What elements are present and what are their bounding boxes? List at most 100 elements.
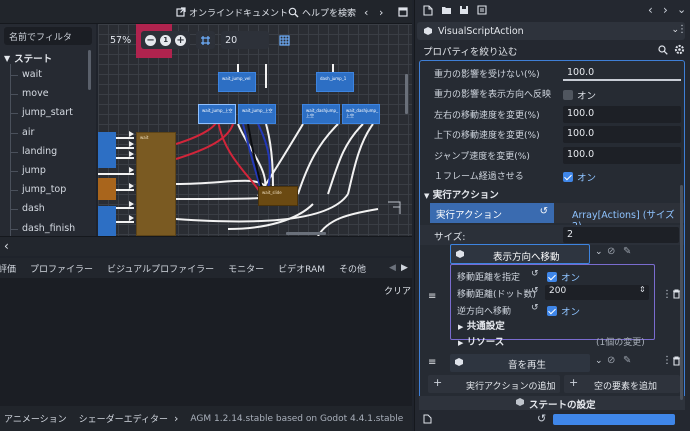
- save-icon[interactable]: [459, 5, 469, 15]
- action-element-2-selector[interactable]: 音を再生: [450, 354, 590, 372]
- common-settings-group[interactable]: ▶ 共通設定: [458, 318, 505, 332]
- help-search-button[interactable]: ヘルプを検索: [288, 4, 356, 20]
- open-folder-icon[interactable]: [441, 5, 452, 15]
- state-list-item[interactable]: move: [22, 88, 49, 99]
- state-list-item[interactable]: dash: [22, 203, 45, 214]
- actions-section-header[interactable]: ▼ 実行アクション: [424, 187, 499, 201]
- script-icon[interactable]: ✎: [623, 246, 631, 257]
- state-list-item[interactable]: landing: [22, 146, 57, 157]
- state-list-scrollbar[interactable]: [88, 50, 91, 90]
- state-list-item[interactable]: wait: [22, 69, 42, 80]
- sub-property-checkbox[interactable]: オン: [547, 270, 580, 284]
- chevron-down-icon[interactable]: ⌄: [595, 247, 603, 257]
- revert-icon[interactable]: ↺: [531, 269, 539, 279]
- shader-editor-tab[interactable]: シェーダーエディター: [79, 412, 168, 425]
- property-checkbox[interactable]: オン: [563, 88, 596, 102]
- bottom-tab[interactable]: ビジュアルプロファイラー: [100, 262, 221, 275]
- state-node-wait[interactable]: wait: [136, 132, 176, 236]
- collapse-left-icon[interactable]: ‹: [4, 239, 9, 253]
- sub-property-row: 逆方向へ移動 ↺ オン: [451, 301, 654, 319]
- state-tree-root[interactable]: ▼ ステート: [4, 51, 52, 66]
- inspector-forward-icon[interactable]: ›: [663, 3, 668, 17]
- state-node-wait-jump-top[interactable]: wait_jump_上空: [198, 104, 236, 124]
- inspector-scrollbar[interactable]: [680, 185, 683, 400]
- add-action-button[interactable]: + 実行アクションの追加: [428, 375, 560, 393]
- state-list-item[interactable]: jump_start: [22, 107, 73, 118]
- state-node-edge-blue1[interactable]: [98, 132, 116, 168]
- bottom-tab[interactable]: プロファイラー: [23, 262, 100, 275]
- object-menu-icon[interactable]: ⋮: [677, 24, 687, 35]
- tab-scroll-left-icon[interactable]: ◀: [389, 263, 396, 273]
- state-node-wait-dash-jump[interactable]: wait_dashjump_上空: [302, 104, 340, 124]
- inspector-panel: ‹ › ⌄ VisualScriptAction ⌄ ⋮ プロパティを絞り込む …: [414, 0, 690, 431]
- action-element-1-selector[interactable]: 表示方向へ移動: [450, 244, 590, 264]
- inspected-object-selector[interactable]: VisualScriptAction ⌄: [417, 22, 685, 40]
- bottom-tab[interactable]: モニター: [221, 262, 271, 275]
- bottom-tab[interactable]: その他: [332, 262, 373, 275]
- chevron-down-icon[interactable]: ⌄: [595, 356, 603, 366]
- bottom-tab[interactable]: 評価: [0, 262, 23, 275]
- tab-scroll-right-icon[interactable]: ▶: [401, 263, 408, 273]
- array-editor-toggle[interactable]: Array[Actions] (サイズ 2): [554, 203, 684, 232]
- bottom-panel-tabs: 評価 プロファイラー ビジュアルプロファイラー モニター ビデオRAM その他 ◀ ▶: [0, 258, 412, 278]
- property-value-field[interactable]: 100.0: [563, 105, 681, 123]
- resource-menu-icon[interactable]: [477, 5, 487, 15]
- state-list-item[interactable]: jump_top: [22, 184, 66, 195]
- state-node-edge-orange[interactable]: [98, 178, 116, 200]
- plus-icon: +: [569, 376, 579, 389]
- online-docs-button[interactable]: オンラインドキュメント: [176, 4, 288, 20]
- state-node-edge-blue2[interactable]: [98, 206, 116, 236]
- drag-handle-icon[interactable]: ≡: [428, 357, 436, 368]
- state-graph-canvas[interactable]: 57% − 1 + 20 wait wait_jump_vel dash_jum…: [98, 24, 412, 236]
- state-node-wait-slide[interactable]: wait_slide: [258, 186, 298, 206]
- revert-icon[interactable]: ↺: [531, 286, 539, 296]
- external-link-icon: [176, 7, 186, 17]
- history-icon[interactable]: ⌄: [677, 3, 686, 16]
- history-forward-button[interactable]: ›: [379, 4, 383, 20]
- property-filter-input[interactable]: プロパティを絞り込む: [417, 42, 681, 60]
- drag-handle-icon[interactable]: ≡: [428, 291, 436, 302]
- property-checkbox[interactable]: オン: [563, 170, 596, 184]
- animation-tab[interactable]: アニメーション: [4, 412, 67, 425]
- state-settings-header[interactable]: ステートの設定: [419, 396, 685, 411]
- inspector-back-icon[interactable]: ‹: [648, 3, 653, 17]
- history-back-button[interactable]: ‹: [364, 4, 368, 20]
- gravity-slider-track[interactable]: [563, 79, 681, 81]
- bottom-tab[interactable]: ビデオRAM: [271, 262, 332, 275]
- clear-button[interactable]: クリア: [384, 284, 411, 297]
- state-settings-field[interactable]: [553, 414, 675, 425]
- state-list-item[interactable]: jump: [22, 165, 46, 176]
- spinner-icon[interactable]: ⇕: [639, 285, 646, 294]
- state-node-dash-jump-1[interactable]: dash_jump_1: [316, 72, 354, 92]
- revert-icon[interactable]: ↺: [540, 206, 548, 217]
- element-menu-icon[interactable]: ⋮: [662, 355, 672, 366]
- state-filter-input[interactable]: 名前でフィルタ: [4, 27, 92, 45]
- property-value-field[interactable]: 100.0: [563, 146, 681, 164]
- sub-property-row: 移動距離を指定 ↺ オン: [451, 267, 654, 285]
- clear-icon[interactable]: ⊘: [607, 355, 615, 366]
- state-node-wait-jump-top-2[interactable]: wait_jump_上空: [238, 104, 276, 124]
- state-node-wait-jump-vel[interactable]: wait_jump_vel: [218, 72, 256, 92]
- state-node-wait-dash-jump-2[interactable]: wait_dashjump_上空: [342, 104, 380, 124]
- panel-splitter[interactable]: ‹: [0, 236, 412, 256]
- tree-branch-line: [11, 228, 18, 230]
- sub-property-checkbox[interactable]: オン: [547, 304, 580, 318]
- new-resource-icon[interactable]: [423, 5, 433, 16]
- chevron-right-icon[interactable]: ›: [174, 412, 178, 425]
- state-list-item[interactable]: air: [22, 127, 34, 138]
- array-size-field[interactable]: 2: [563, 227, 679, 243]
- add-empty-element-button[interactable]: + 空の要素を追加: [564, 375, 680, 393]
- distraction-free-button[interactable]: [398, 4, 408, 20]
- resource-cube-icon: [423, 26, 433, 36]
- property-value-field[interactable]: 100.0: [563, 126, 681, 143]
- clear-icon[interactable]: ⊘: [607, 246, 615, 257]
- resource-group[interactable]: ▶ リソース: [458, 334, 504, 348]
- revert-icon[interactable]: ↺: [537, 412, 546, 425]
- script-icon[interactable]: ✎: [623, 355, 631, 366]
- element-menu-icon[interactable]: ⋮: [662, 289, 672, 300]
- settings-icon[interactable]: [674, 44, 685, 55]
- state-list-item[interactable]: dash_finish: [22, 223, 75, 234]
- actions-tab-active[interactable]: 実行アクション ↺: [430, 203, 554, 223]
- revert-icon[interactable]: ↺: [531, 303, 539, 313]
- sub-property-value-field[interactable]: 200: [545, 285, 649, 300]
